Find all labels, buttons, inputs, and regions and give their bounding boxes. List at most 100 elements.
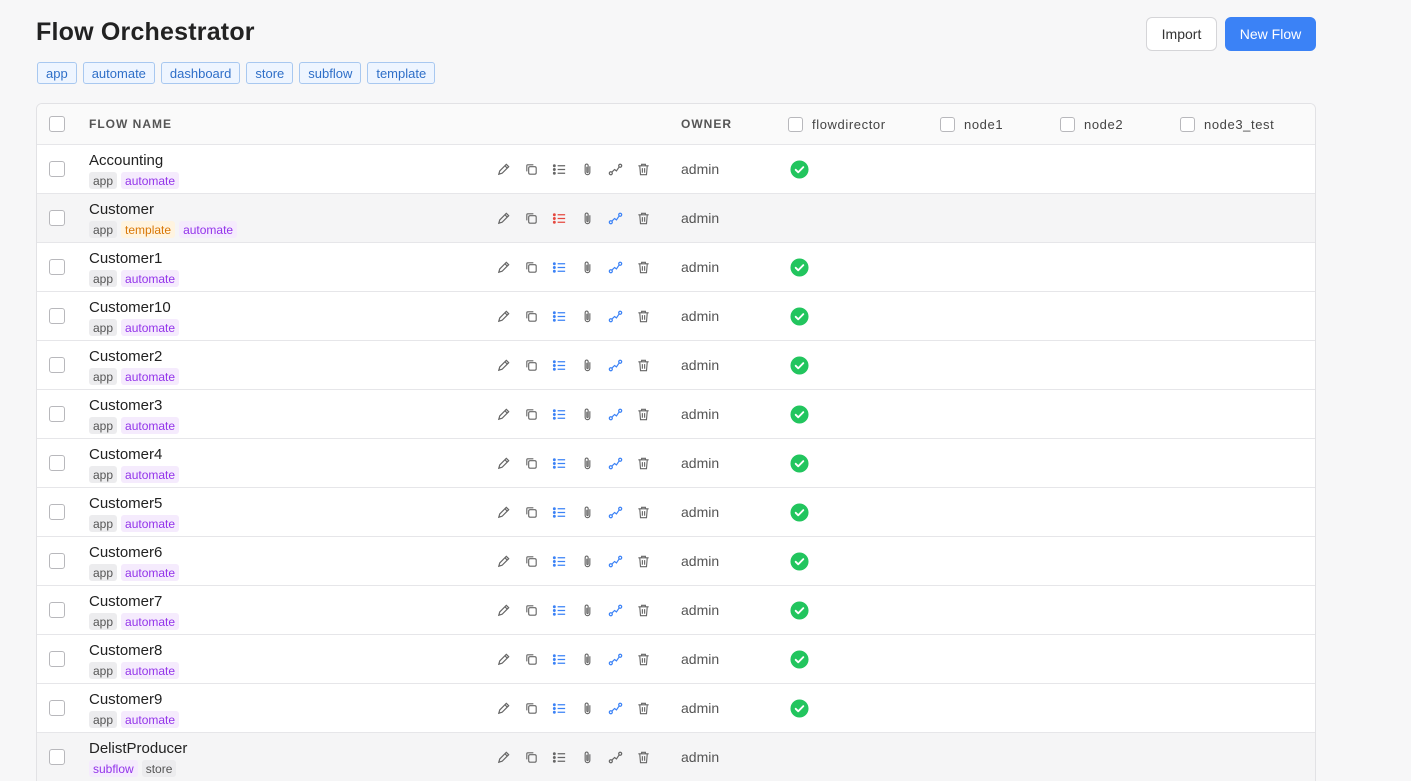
table-row[interactable]: Customer5 app automate admin <box>37 488 1315 537</box>
node-checkbox-node1[interactable] <box>940 117 955 132</box>
edit-icon[interactable] <box>495 357 511 373</box>
delete-icon[interactable] <box>635 161 651 177</box>
edit-icon[interactable] <box>495 406 511 422</box>
attachment-icon[interactable] <box>579 553 595 569</box>
row-checkbox[interactable] <box>49 406 65 422</box>
list-icon[interactable] <box>551 308 567 324</box>
list-icon[interactable] <box>551 504 567 520</box>
flow-name[interactable]: DelistProducer <box>89 740 187 757</box>
duplicate-icon[interactable] <box>523 357 539 373</box>
attachment-icon[interactable] <box>579 357 595 373</box>
table-row[interactable]: Customer4 app automate admin <box>37 439 1315 488</box>
row-checkbox[interactable] <box>49 259 65 275</box>
table-row[interactable]: Customer3 app automate admin <box>37 390 1315 439</box>
delete-icon[interactable] <box>635 210 651 226</box>
edit-icon[interactable] <box>495 210 511 226</box>
table-row[interactable]: Customer app template automate admin <box>37 194 1315 243</box>
delete-icon[interactable] <box>635 406 651 422</box>
delete-icon[interactable] <box>635 308 651 324</box>
edit-icon[interactable] <box>495 700 511 716</box>
edit-icon[interactable] <box>495 553 511 569</box>
attachment-icon[interactable] <box>579 749 595 765</box>
table-row[interactable]: Customer2 app automate admin <box>37 341 1315 390</box>
flow-name[interactable]: Customer2 <box>89 348 162 365</box>
attachment-icon[interactable] <box>579 602 595 618</box>
flow-name[interactable]: Accounting <box>89 152 163 169</box>
list-icon[interactable] <box>551 161 567 177</box>
flow-link-icon[interactable] <box>607 602 623 618</box>
table-row[interactable]: Customer10 app automate admin <box>37 292 1315 341</box>
duplicate-icon[interactable] <box>523 455 539 471</box>
flow-link-icon[interactable] <box>607 406 623 422</box>
row-checkbox[interactable] <box>49 161 65 177</box>
flow-link-icon[interactable] <box>607 651 623 667</box>
new-flow-button[interactable]: New Flow <box>1225 17 1316 51</box>
flow-name[interactable]: Customer9 <box>89 691 162 708</box>
flow-name[interactable]: Customer5 <box>89 495 162 512</box>
attachment-icon[interactable] <box>579 651 595 667</box>
table-row[interactable]: Customer8 app automate admin <box>37 635 1315 684</box>
edit-icon[interactable] <box>495 749 511 765</box>
filter-chip-app[interactable]: app <box>37 62 77 84</box>
row-checkbox[interactable] <box>49 308 65 324</box>
import-button[interactable]: Import <box>1146 17 1217 51</box>
row-checkbox[interactable] <box>49 553 65 569</box>
flow-link-icon[interactable] <box>607 308 623 324</box>
delete-icon[interactable] <box>635 749 651 765</box>
row-checkbox[interactable] <box>49 749 65 765</box>
select-all-checkbox[interactable] <box>49 116 65 132</box>
flow-name[interactable]: Customer4 <box>89 446 162 463</box>
filter-chip-store[interactable]: store <box>246 62 294 84</box>
row-checkbox[interactable] <box>49 455 65 471</box>
edit-icon[interactable] <box>495 308 511 324</box>
list-icon[interactable] <box>551 553 567 569</box>
delete-icon[interactable] <box>635 553 651 569</box>
filter-chip-dashboard[interactable]: dashboard <box>160 62 241 84</box>
delete-icon[interactable] <box>635 602 651 618</box>
flow-name[interactable]: Customer8 <box>89 642 162 659</box>
list-icon[interactable] <box>551 455 567 471</box>
filter-chip-template[interactable]: template <box>367 62 436 84</box>
row-checkbox[interactable] <box>49 700 65 716</box>
edit-icon[interactable] <box>495 651 511 667</box>
duplicate-icon[interactable] <box>523 651 539 667</box>
attachment-icon[interactable] <box>579 161 595 177</box>
node-checkbox-node3-test[interactable] <box>1180 117 1195 132</box>
flow-link-icon[interactable] <box>607 700 623 716</box>
node-checkbox-flowdirector[interactable] <box>788 117 803 132</box>
edit-icon[interactable] <box>495 455 511 471</box>
duplicate-icon[interactable] <box>523 749 539 765</box>
flow-link-icon[interactable] <box>607 553 623 569</box>
flow-link-icon[interactable] <box>607 357 623 373</box>
attachment-icon[interactable] <box>579 455 595 471</box>
filter-chip-subflow[interactable]: subflow <box>299 62 362 84</box>
duplicate-icon[interactable] <box>523 504 539 520</box>
duplicate-icon[interactable] <box>523 602 539 618</box>
delete-icon[interactable] <box>635 700 651 716</box>
table-row[interactable]: DelistProducer subflow store admin <box>37 733 1315 781</box>
duplicate-icon[interactable] <box>523 700 539 716</box>
attachment-icon[interactable] <box>579 504 595 520</box>
delete-icon[interactable] <box>635 504 651 520</box>
edit-icon[interactable] <box>495 504 511 520</box>
list-icon[interactable] <box>551 357 567 373</box>
row-checkbox[interactable] <box>49 210 65 226</box>
delete-icon[interactable] <box>635 455 651 471</box>
delete-icon[interactable] <box>635 651 651 667</box>
flow-link-icon[interactable] <box>607 749 623 765</box>
flow-name[interactable]: Customer <box>89 201 154 218</box>
edit-icon[interactable] <box>495 602 511 618</box>
attachment-icon[interactable] <box>579 210 595 226</box>
flow-link-icon[interactable] <box>607 504 623 520</box>
table-row[interactable]: Customer7 app automate admin <box>37 586 1315 635</box>
list-icon[interactable] <box>551 651 567 667</box>
delete-icon[interactable] <box>635 357 651 373</box>
table-row[interactable]: Accounting app automate admin <box>37 145 1315 194</box>
attachment-icon[interactable] <box>579 308 595 324</box>
table-row[interactable]: Customer9 app automate admin <box>37 684 1315 733</box>
duplicate-icon[interactable] <box>523 308 539 324</box>
list-icon[interactable] <box>551 749 567 765</box>
duplicate-icon[interactable] <box>523 553 539 569</box>
flow-name[interactable]: Customer3 <box>89 397 162 414</box>
flow-name[interactable]: Customer7 <box>89 593 162 610</box>
